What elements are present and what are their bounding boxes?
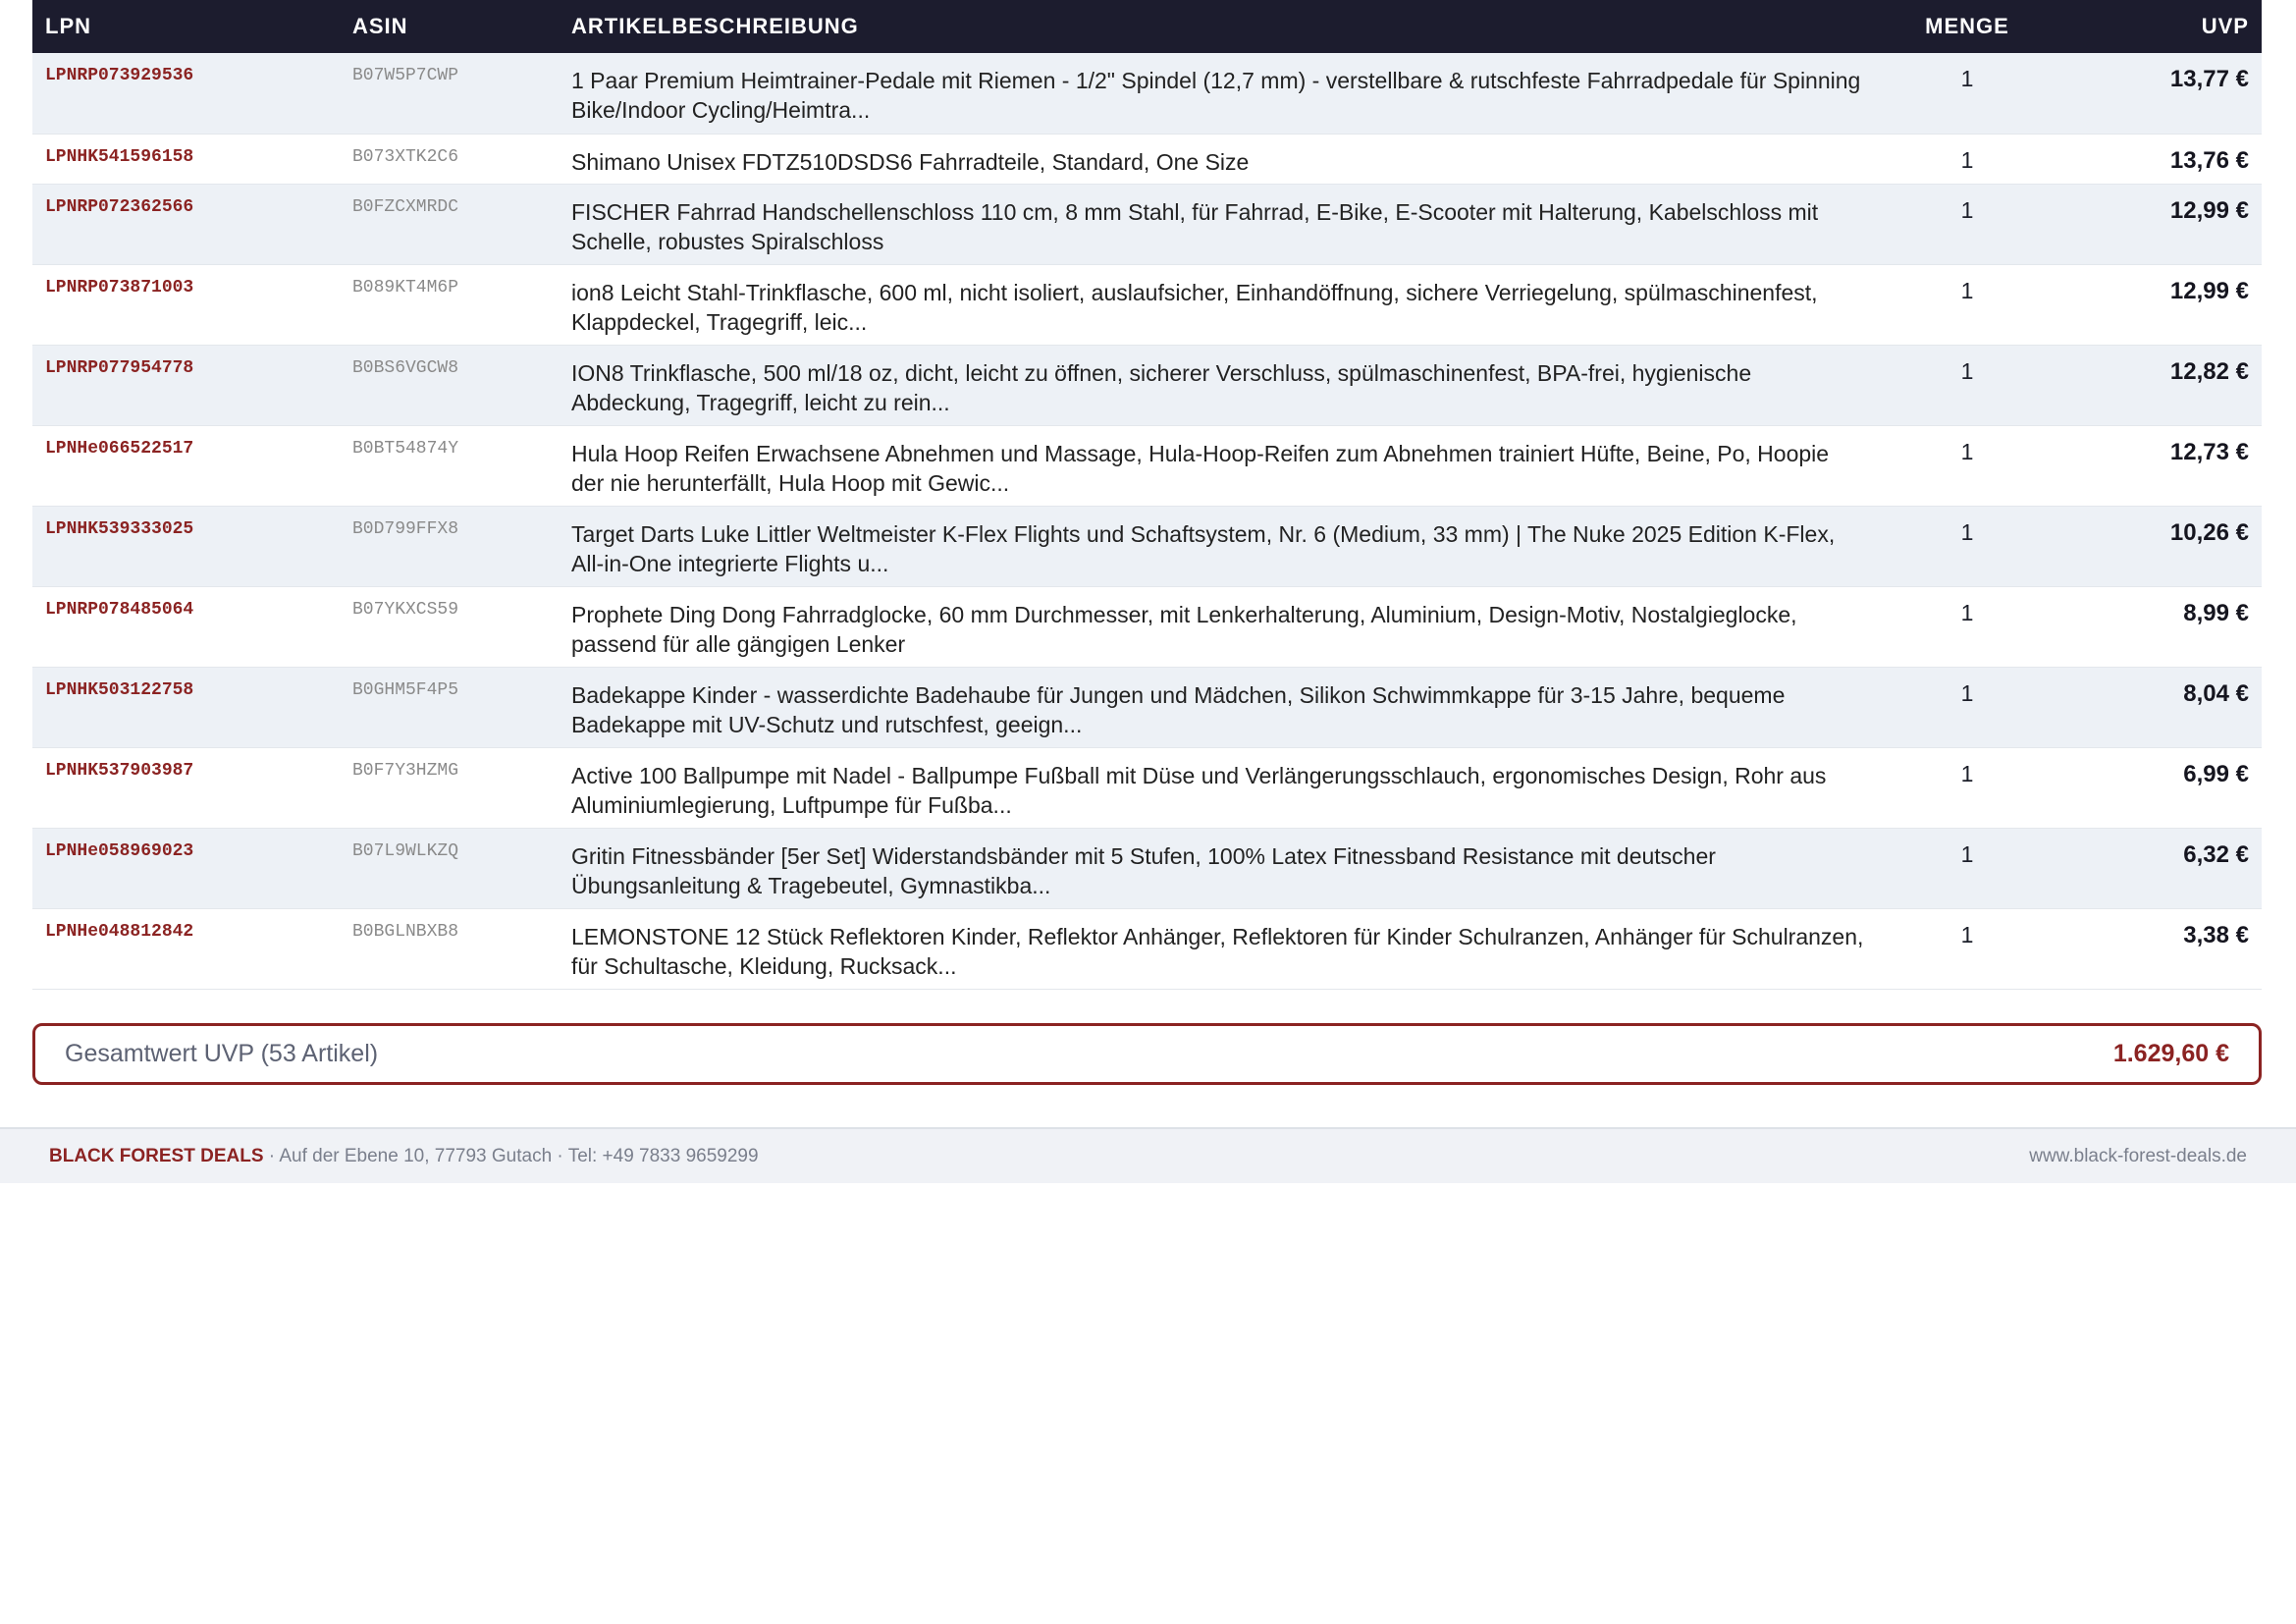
description-cell: Hula Hoop Reifen Erwachsene Abnehmen und… — [559, 425, 1879, 507]
uvp-cell: 6,32 € — [2056, 828, 2262, 909]
description-cell: Prophete Ding Dong Fahrradglocke, 60 mm … — [559, 586, 1879, 668]
uvp-cell: 13,77 € — [2056, 53, 2262, 135]
lpn-cell: LPNHK503122758 — [32, 667, 340, 748]
table-row: LPNHK537903987 B0F7Y3HZMG Active 100 Ballp… — [32, 747, 2262, 829]
asin-cell: B0FZCXMRDC — [340, 184, 559, 265]
quantity-cell: 1 — [1879, 184, 2056, 265]
items-table: LPN ASIN ARTIKELBESCHREIBUNG MENGE UVP L… — [32, 0, 2262, 990]
header-description: ARTIKELBESCHREIBUNG — [559, 0, 1879, 53]
asin-cell: B0BS6VGCW8 — [340, 345, 559, 426]
uvp-cell: 12,73 € — [2056, 425, 2262, 507]
asin-cell: B0D799FFX8 — [340, 506, 559, 587]
table-row: LPNRP073871003 B089KT4M6P ion8 Leicht Stah… — [32, 264, 2262, 346]
lpn-cell: LPNRP073929536 — [32, 53, 340, 135]
asin-cell: B089KT4M6P — [340, 264, 559, 346]
description-cell: Badekappe Kinder - wasserdichte Badehaub… — [559, 667, 1879, 748]
quantity-cell: 1 — [1879, 134, 2056, 185]
asin-cell: B07L9WLKZQ — [340, 828, 559, 909]
header-asin: ASIN — [340, 0, 559, 53]
uvp-cell: 3,38 € — [2056, 908, 2262, 990]
description-cell: Target Darts Luke Littler Weltmeister K-… — [559, 506, 1879, 587]
description-cell: Shimano Unisex FDTZ510DSDS6 Fahrradteile… — [559, 134, 1879, 185]
footer-address: · Auf der Ebene 10, 77793 Gutach · Tel: … — [263, 1145, 759, 1166]
quantity-cell: 1 — [1879, 345, 2056, 426]
table-row: LPNRP078485064 B07YKXCS59 Prophete Ding Do… — [32, 586, 2262, 668]
description-cell: FISCHER Fahrrad Handschellenschloss 110 … — [559, 184, 1879, 265]
lpn-cell: LPNHK537903987 — [32, 747, 340, 829]
asin-cell: B07YKXCS59 — [340, 586, 559, 668]
description-cell: 1 Paar Premium Heimtrainer-Pedale mit Ri… — [559, 53, 1879, 135]
asin-cell: B0F7Y3HZMG — [340, 747, 559, 829]
table-row: LPNHK541596158 B073XTK2C6 Shimano Unisex F… — [32, 134, 2262, 185]
uvp-cell: 12,99 € — [2056, 264, 2262, 346]
quantity-cell: 1 — [1879, 425, 2056, 507]
lpn-cell: LPNRP077954778 — [32, 345, 340, 426]
uvp-cell: 6,99 € — [2056, 747, 2262, 829]
table-row: LPNHK539333025 B0D799FFX8 Target Darts Luk… — [32, 506, 2262, 587]
footer-company-info: BLACK FOREST DEALS · Auf der Ebene 10, 7… — [49, 1146, 759, 1167]
lpn-cell: LPNHe048812842 — [32, 908, 340, 990]
table-row: LPNRP072362566 B0FZCXMRDC FISCHER Fahrrad … — [32, 184, 2262, 265]
lpn-cell: LPNRP072362566 — [32, 184, 340, 265]
quantity-cell: 1 — [1879, 747, 2056, 829]
quantity-cell: 1 — [1879, 908, 2056, 990]
lpn-cell: LPNRP073871003 — [32, 264, 340, 346]
total-value: 1.629,60 € — [2112, 1040, 2229, 1067]
asin-cell: B07W5P7CWP — [340, 53, 559, 135]
asin-cell: B073XTK2C6 — [340, 134, 559, 185]
table-row: LPNHe066522517 B0BT54874Y Hula Hoop Reifen… — [32, 425, 2262, 507]
header-lpn: LPN — [32, 0, 340, 53]
uvp-cell: 8,99 € — [2056, 586, 2262, 668]
header-uvp: UVP — [2056, 0, 2262, 53]
quantity-cell: 1 — [1879, 53, 2056, 135]
lpn-cell: LPNHe066522517 — [32, 425, 340, 507]
quantity-cell: 1 — [1879, 264, 2056, 346]
uvp-cell: 8,04 € — [2056, 667, 2262, 748]
lpn-cell: LPNHe058969023 — [32, 828, 340, 909]
quantity-cell: 1 — [1879, 586, 2056, 668]
uvp-cell: 13,76 € — [2056, 134, 2262, 185]
description-cell: LEMONSTONE 12 Stück Reflektoren Kinder, … — [559, 908, 1879, 990]
footer-brand: BLACK FOREST DEALS — [49, 1145, 264, 1166]
asin-cell: B0GHM5F4P5 — [340, 667, 559, 748]
asin-cell: B0BT54874Y — [340, 425, 559, 507]
description-cell: Active 100 Ballpumpe mit Nadel - Ballpum… — [559, 747, 1879, 829]
table-row: LPNHe048812842 B0BGLNBXB8 LEMONSTONE 12 St… — [32, 908, 2262, 990]
uvp-cell: 10,26 € — [2056, 506, 2262, 587]
lpn-cell: LPNHK541596158 — [32, 134, 340, 185]
table-header-row: LPN ASIN ARTIKELBESCHREIBUNG MENGE UVP — [32, 0, 2262, 53]
table-row: LPNRP073929536 B07W5P7CWP 1 Paar Premium H… — [32, 53, 2262, 135]
lpn-cell: LPNRP078485064 — [32, 586, 340, 668]
total-summary: Gesamtwert UVP (53 Artikel) 1.629,60 € — [32, 1023, 2262, 1085]
header-quantity: MENGE — [1879, 0, 2056, 53]
table-row: LPNHe058969023 B07L9WLKZQ Gritin Fitnessbä… — [32, 828, 2262, 909]
uvp-cell: 12,82 € — [2056, 345, 2262, 426]
page: LPN ASIN ARTIKELBESCHREIBUNG MENGE UVP L… — [0, 0, 2296, 1624]
description-cell: ion8 Leicht Stahl-Trinkflasche, 600 ml, … — [559, 264, 1879, 346]
uvp-cell: 12,99 € — [2056, 184, 2262, 265]
table-row: LPNHK503122758 B0GHM5F4P5 Badekappe Kinder… — [32, 667, 2262, 748]
footer: BLACK FOREST DEALS · Auf der Ebene 10, 7… — [0, 1127, 2296, 1183]
description-cell: Gritin Fitnessbänder [5er Set] Widerstan… — [559, 828, 1879, 909]
table-row: LPNRP077954778 B0BS6VGCW8 ION8 Trinkflasch… — [32, 345, 2262, 426]
asin-cell: B0BGLNBXB8 — [340, 908, 559, 990]
lpn-cell: LPNHK539333025 — [32, 506, 340, 587]
quantity-cell: 1 — [1879, 828, 2056, 909]
description-cell: ION8 Trinkflasche, 500 ml/18 oz, dicht, … — [559, 345, 1879, 426]
quantity-cell: 1 — [1879, 667, 2056, 748]
quantity-cell: 1 — [1879, 506, 2056, 587]
total-label: Gesamtwert UVP (53 Artikel) — [65, 1040, 379, 1067]
footer-website[interactable]: www.black-forest-deals.de — [2029, 1146, 2247, 1167]
